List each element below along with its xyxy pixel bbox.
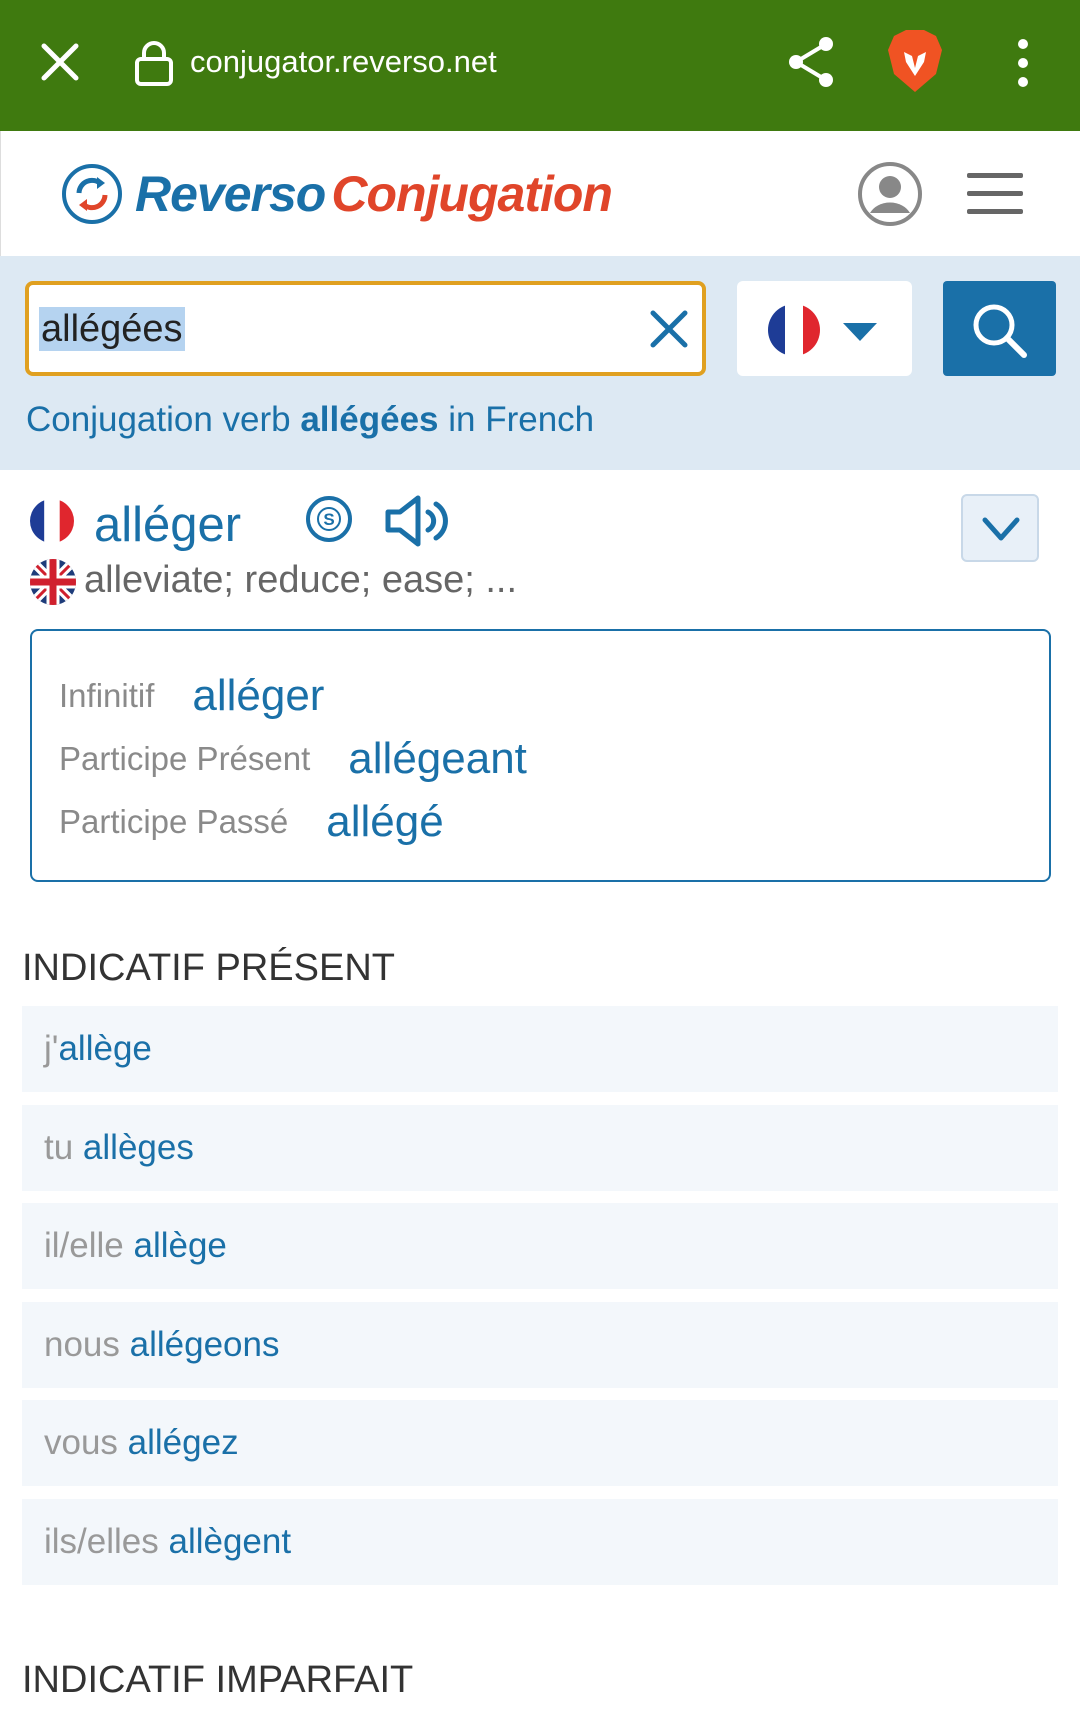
pronoun: tu — [44, 1128, 83, 1167]
form-label: Participe Présent — [59, 740, 311, 777]
verb-title: alléger — [94, 498, 242, 552]
speaker-icon[interactable] — [384, 494, 454, 548]
s-circle-icon[interactable]: S — [304, 494, 354, 544]
search-caption: Conjugation verb allégées in French — [26, 398, 594, 442]
conjugation-row: il/elle allège — [22, 1203, 1058, 1289]
caption-suffix: in French — [438, 400, 595, 439]
caption-verb: allégées — [300, 400, 439, 439]
uk-flag-icon — [30, 559, 76, 605]
logo-reverso-text: Reverso — [135, 166, 326, 222]
verb-forms-box: Infinitif alléger Participe Présent allége… — [30, 629, 1051, 882]
lock-icon — [135, 41, 173, 86]
svg-text:S: S — [323, 510, 334, 529]
pronoun: vous — [44, 1423, 128, 1462]
form-value[interactable]: alléger — [192, 671, 324, 721]
close-icon[interactable] — [38, 40, 82, 84]
site-logo[interactable]: Reverso Conjugation — [135, 165, 613, 223]
verb-form[interactable]: allégeons — [130, 1325, 280, 1364]
clear-icon[interactable] — [649, 309, 689, 349]
form-value[interactable]: allégé — [326, 797, 443, 847]
france-flag-icon — [768, 304, 820, 356]
more-vert-icon[interactable] — [1010, 38, 1036, 88]
tense-title: INDICATIF IMPARFAIT — [22, 1659, 414, 1701]
pronoun: nous — [44, 1325, 130, 1364]
brave-lion-icon[interactable] — [886, 28, 944, 94]
url-text[interactable]: conjugator.reverso.net — [190, 40, 497, 84]
form-row-infinitif: Infinitif alléger — [59, 671, 324, 721]
verb-expand-button[interactable] — [961, 494, 1039, 562]
verb-form[interactable]: allège — [133, 1226, 226, 1265]
hamburger-menu-icon[interactable] — [965, 171, 1025, 217]
conjugation-row: nous allégeons — [22, 1302, 1058, 1388]
verb-form[interactable]: allègent — [168, 1522, 291, 1561]
pronoun: j' — [44, 1029, 59, 1068]
verb-form[interactable]: allèges — [83, 1128, 194, 1167]
form-row-participe-present: Participe Présent allégeant — [59, 734, 527, 784]
reverso-logo-icon[interactable] — [61, 163, 123, 225]
tense-title: INDICATIF PRÉSENT — [22, 947, 395, 989]
chevron-down-icon — [982, 517, 1020, 541]
search-icon — [973, 304, 1027, 358]
caption-prefix: Conjugation verb — [26, 400, 301, 439]
language-select[interactable] — [737, 281, 912, 376]
form-label: Infinitif — [59, 677, 155, 714]
form-row-participe-passe: Participe Passé allégé — [59, 797, 444, 847]
share-icon[interactable] — [784, 34, 838, 90]
verb-form[interactable]: allège — [58, 1029, 151, 1068]
logo-conjugation-text: Conjugation — [331, 166, 613, 222]
pronoun: ils/elles — [44, 1522, 169, 1561]
browser-toolbar: conjugator.reverso.net — [0, 0, 1080, 131]
france-flag-icon — [30, 499, 74, 543]
verb-form[interactable]: allégez — [128, 1423, 239, 1462]
conjugation-row: vous allégez — [22, 1400, 1058, 1486]
conjugation-row: tu allèges — [22, 1105, 1058, 1191]
pronoun: il/elle — [44, 1226, 134, 1265]
search-section: allégées Conjugation verb allégées in Fr… — [0, 256, 1080, 470]
search-input[interactable]: allégées — [25, 281, 706, 376]
search-button[interactable] — [943, 281, 1056, 376]
search-input-value[interactable]: allégées — [39, 307, 185, 351]
chevron-down-icon — [843, 323, 877, 341]
conjugation-row: j'allège — [22, 1006, 1058, 1092]
user-icon[interactable] — [857, 161, 923, 227]
verb-translation: alleviate; reduce; ease; ... — [84, 559, 518, 601]
site-header: Reverso Conjugation — [0, 131, 1080, 256]
form-label: Participe Passé — [59, 803, 289, 840]
conjugation-row: ils/elles allègent — [22, 1499, 1058, 1585]
form-value[interactable]: allégeant — [348, 734, 527, 784]
